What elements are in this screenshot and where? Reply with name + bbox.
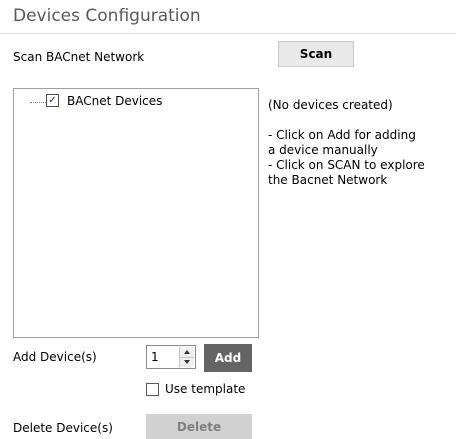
stepper-buttons — [179, 347, 194, 367]
use-template-checkbox[interactable] — [146, 383, 159, 396]
tree-root-checkbox[interactable]: ✓ — [46, 94, 59, 107]
tree-connector-line — [30, 102, 46, 103]
device-count-stepper[interactable]: 1 — [146, 345, 196, 369]
device-count-value[interactable]: 1 — [151, 350, 159, 364]
title-divider — [0, 33, 456, 34]
arrow-down-icon — [184, 360, 190, 365]
no-devices-info: (No devices created) - Click on Add for … — [268, 98, 425, 187]
tree-root-label[interactable]: BACnet Devices — [67, 94, 162, 108]
delete-button[interactable]: Delete — [146, 414, 252, 439]
delete-devices-label: Delete Device(s) — [13, 421, 113, 435]
decrement-button[interactable] — [180, 357, 194, 367]
add-devices-label: Add Device(s) — [13, 350, 97, 364]
checkmark-icon: ✓ — [48, 94, 57, 106]
increment-button[interactable] — [180, 347, 194, 358]
use-template-label[interactable]: Use template — [165, 382, 245, 396]
add-button[interactable]: Add — [204, 344, 252, 372]
section-title: Devices Configuration — [13, 6, 201, 26]
scan-button[interactable]: Scan — [278, 41, 354, 67]
arrow-up-icon — [184, 349, 190, 354]
device-tree[interactable]: ✓ BACnet Devices — [13, 88, 259, 338]
scan-network-label: Scan BACnet Network — [13, 50, 145, 64]
